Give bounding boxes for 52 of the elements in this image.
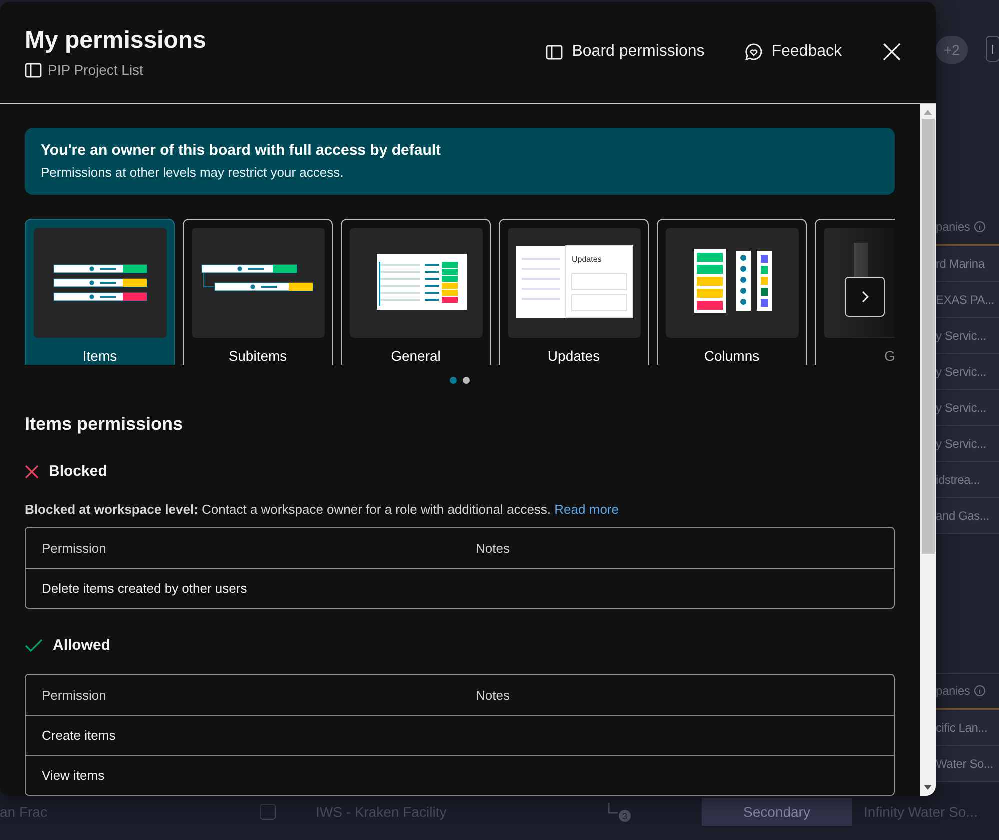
page-dot[interactable] — [463, 377, 470, 384]
group-label: Allowed — [53, 637, 111, 654]
read-more-link[interactable]: Read more — [554, 502, 619, 517]
table-cell: y Servic... — [936, 390, 999, 426]
banner-title: You're an owner of this board with full access by default — [41, 142, 442, 159]
scrollbar[interactable] — [920, 104, 936, 796]
table-cell: idstrea... — [936, 462, 999, 498]
close-button[interactable] — [882, 42, 902, 62]
cross-icon — [25, 464, 39, 478]
category-card[interactable]: Updates Updates — [499, 219, 649, 365]
row-checkbox[interactable] — [260, 804, 276, 820]
column-header: Permission — [41, 540, 108, 556]
table-cell: Water So... — [936, 746, 999, 782]
table-cell: and Gas... — [936, 498, 999, 534]
column-header: Notes — [475, 540, 511, 556]
board-icon — [546, 44, 564, 60]
category-card[interactable]: Items — [25, 219, 175, 365]
feedback-button[interactable]: Feedback — [744, 43, 842, 61]
count-badge: +2 — [936, 36, 968, 64]
category-card[interactable]: Subitems — [183, 219, 333, 365]
section-title: Items permissions — [25, 414, 184, 435]
status-label: Secondary — [702, 798, 852, 826]
table-cell: y Servic... — [936, 354, 999, 390]
table-cell: EXAS PA... — [936, 282, 999, 318]
banner-text: Permissions at other levels may restrict your access. — [41, 165, 345, 180]
blocked-note: Blocked at workspace level: Contact a workspace owner for a role with additional access. Read more — [25, 502, 620, 517]
board-name: PIP Project List — [48, 62, 144, 78]
category-card[interactable]: General — [341, 219, 491, 365]
table-cell: cific Lan... — [936, 710, 999, 746]
check-icon — [25, 638, 43, 652]
info-icon — [974, 221, 986, 233]
close-icon — [882, 42, 902, 62]
chevron-right-icon — [861, 291, 869, 304]
next-button[interactable] — [845, 277, 885, 318]
column-header: Notes — [475, 688, 511, 702]
page-dot[interactable] — [450, 377, 457, 384]
column-header: Permission — [41, 688, 108, 702]
table-cell-text: Create items — [41, 728, 117, 743]
chat-heart-icon — [744, 43, 763, 61]
board-icon — [25, 62, 42, 78]
board-permissions-button[interactable]: Board permissions — [546, 43, 705, 61]
dialog-title: My permissions — [25, 26, 206, 56]
table-cell: y Servic... — [936, 426, 999, 462]
group-label: Blocked — [49, 463, 108, 480]
table-cell-text: View items — [41, 768, 106, 783]
info-icon — [974, 685, 986, 697]
table-cell: y Servic... — [936, 318, 999, 354]
panel-title: Updates — [572, 255, 602, 264]
table-cell-text: Delete items created by other users — [41, 581, 248, 596]
category-card[interactable]: Columns — [657, 219, 807, 365]
table-cell: rd Marina — [936, 246, 999, 282]
column-button[interactable]: I — [986, 36, 999, 62]
